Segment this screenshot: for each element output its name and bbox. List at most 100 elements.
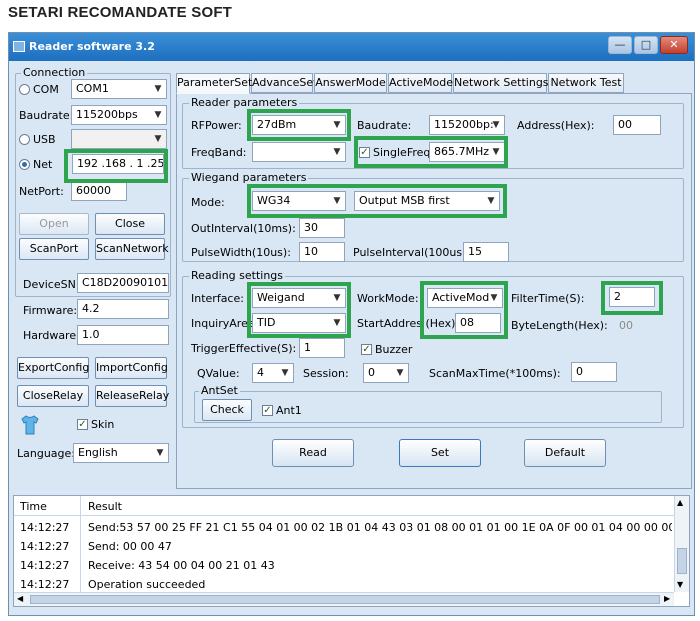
inquiryarea-value: TID bbox=[257, 316, 276, 329]
output-order-value: Output MSB first bbox=[359, 194, 450, 207]
read-button[interactable]: Read bbox=[272, 439, 354, 467]
pulseinterval-field[interactable]: 15 bbox=[463, 242, 509, 262]
filtertime-field[interactable]: 2 bbox=[609, 287, 655, 307]
ant1-label: Ant1 bbox=[276, 404, 302, 417]
com-port-value: COM1 bbox=[76, 82, 109, 95]
hardware-field: 1.0 bbox=[77, 325, 169, 345]
wiegand-mode-select[interactable]: WG34 ▼ bbox=[252, 191, 346, 211]
closerelay-button[interactable]: CloseRelay bbox=[17, 385, 89, 407]
pulsewidth-field[interactable]: 10 bbox=[299, 242, 345, 262]
session-select[interactable]: 0 ▼ bbox=[363, 363, 409, 383]
singlefreq-select[interactable]: 865.7MHz ▼ bbox=[429, 142, 505, 162]
tab-advanceset[interactable]: AdvanceSet bbox=[251, 73, 317, 93]
horizontal-scroll-thumb[interactable] bbox=[30, 595, 660, 604]
scroll-up-icon[interactable]: ▲ bbox=[677, 498, 683, 507]
chevron-down-icon: ▼ bbox=[156, 448, 164, 458]
trigger-field[interactable]: 1 bbox=[299, 338, 345, 358]
skin-checkbox[interactable]: ✓ bbox=[77, 419, 88, 430]
baudrate-label: Baudrate: bbox=[19, 109, 74, 122]
language-select[interactable]: English ▼ bbox=[73, 443, 169, 463]
address-field[interactable]: 00 bbox=[613, 115, 661, 135]
default-button[interactable]: Default bbox=[524, 439, 606, 467]
trigger-label: TriggerEffective(S): bbox=[191, 342, 297, 355]
qvalue-select[interactable]: 4 ▼ bbox=[252, 363, 294, 383]
open-button[interactable]: Open bbox=[19, 213, 89, 235]
wiegand-parameters-label: Wiegand parameters bbox=[189, 171, 309, 184]
scroll-right-icon[interactable]: ▶ bbox=[664, 594, 670, 603]
buzzer-checkbox[interactable]: ✓ bbox=[361, 344, 372, 355]
title-bar: Reader software 3.2 — □ ✕ bbox=[9, 33, 694, 61]
tab-strip: ParameterSet AdvanceSet AnswerMode Activ… bbox=[176, 73, 692, 95]
singlefreq-value: 865.7MHz bbox=[434, 145, 490, 158]
close-window-button[interactable]: ✕ bbox=[660, 36, 688, 54]
workmode-label: WorkMode: bbox=[357, 292, 419, 305]
minimize-button[interactable]: — bbox=[608, 36, 632, 54]
bytelength-value: 00 bbox=[619, 319, 633, 332]
outinterval-field[interactable]: 30 bbox=[299, 218, 345, 238]
chevron-down-icon: ▼ bbox=[492, 147, 500, 157]
tab-answermode[interactable]: AnswerMode bbox=[314, 73, 387, 93]
rfpower-label: RFPower: bbox=[191, 119, 242, 132]
log-row-time: 14:12:27 bbox=[20, 559, 70, 572]
tab-network-settings[interactable]: Network Settings bbox=[453, 73, 549, 93]
tab-activemode[interactable]: ActiveMode bbox=[388, 73, 453, 93]
close-button[interactable]: Close bbox=[95, 213, 165, 235]
singlefreq-checkbox[interactable]: ✓ bbox=[359, 147, 370, 158]
netport-field[interactable]: 60000 bbox=[71, 181, 127, 201]
log-header-result: Result bbox=[88, 500, 122, 513]
freqband-select[interactable]: ▼ bbox=[252, 142, 346, 162]
session-label: Session: bbox=[303, 367, 349, 380]
com-radio[interactable] bbox=[19, 84, 30, 95]
startaddress-field[interactable]: 08 bbox=[455, 313, 501, 333]
output-order-select[interactable]: Output MSB first ▼ bbox=[354, 191, 500, 211]
baudrate-select[interactable]: 115200bps ▼ bbox=[71, 105, 167, 125]
importconfig-button[interactable]: ImportConfig bbox=[95, 357, 168, 379]
reader-baudrate-select[interactable]: 115200bp: ▼ bbox=[429, 115, 505, 135]
vertical-scrollbar[interactable]: ▲ ▼ bbox=[674, 496, 689, 592]
check-antenna-button[interactable]: Check bbox=[202, 399, 252, 421]
singlefreq-label: SingleFreq bbox=[373, 146, 431, 159]
log-row-result: Send:53 57 00 25 FF 21 C1 55 04 01 00 02… bbox=[88, 521, 672, 534]
qvalue-label: QValue: bbox=[197, 367, 240, 380]
hardware-label: Hardware: bbox=[23, 329, 80, 342]
app-icon bbox=[13, 41, 25, 52]
ip-address-field[interactable]: 192 .168 . 1 .250 bbox=[72, 154, 164, 174]
baudrate-value: 115200bps bbox=[76, 108, 138, 121]
scroll-down-icon[interactable]: ▼ bbox=[677, 580, 683, 589]
releaserelay-button[interactable]: ReleaseRelay bbox=[95, 385, 169, 407]
reader-baudrate-value: 115200bp: bbox=[434, 118, 494, 131]
horizontal-scrollbar[interactable]: ◀ ▶ bbox=[14, 592, 674, 606]
antset-label: AntSet bbox=[199, 384, 240, 397]
inquiryarea-select[interactable]: TID ▼ bbox=[252, 313, 346, 333]
interface-value: Weigand bbox=[257, 291, 305, 304]
qvalue-value: 4 bbox=[257, 366, 264, 379]
ant1-checkbox[interactable]: ✓ bbox=[262, 405, 273, 416]
tab-parameterset[interactable]: ParameterSet bbox=[176, 73, 252, 94]
window-title: Reader software 3.2 bbox=[29, 40, 155, 53]
vertical-scroll-thumb[interactable] bbox=[677, 548, 687, 574]
workmode-value: ActiveMod bbox=[432, 291, 490, 304]
usb-device-select[interactable]: ▼ bbox=[71, 129, 167, 149]
log-header: Time Result bbox=[14, 496, 674, 516]
usb-radio[interactable] bbox=[19, 134, 30, 145]
rfpower-select[interactable]: 27dBm ▼ bbox=[252, 115, 346, 135]
scanport-button[interactable]: ScanPort bbox=[19, 238, 89, 260]
column-divider bbox=[80, 496, 81, 596]
language-label: Language: bbox=[17, 447, 75, 460]
scanmaxtime-field[interactable]: 0 bbox=[571, 362, 617, 382]
netport-label: NetPort: bbox=[19, 185, 64, 198]
exportconfig-button[interactable]: ExportConfig bbox=[17, 357, 89, 379]
maximize-button[interactable]: □ bbox=[634, 36, 658, 54]
tab-network-test[interactable]: Network Test bbox=[548, 73, 624, 93]
interface-select[interactable]: Weigand ▼ bbox=[252, 288, 346, 308]
net-radio[interactable] bbox=[19, 159, 30, 170]
com-port-select[interactable]: COM1 ▼ bbox=[71, 79, 167, 99]
set-button[interactable]: Set bbox=[399, 439, 481, 467]
chevron-down-icon: ▼ bbox=[154, 134, 162, 144]
scannetwork-button[interactable]: ScanNetwork bbox=[95, 238, 169, 260]
workmode-select[interactable]: ActiveMod ▼ bbox=[427, 288, 503, 308]
scroll-left-icon[interactable]: ◀ bbox=[17, 594, 23, 603]
skin-label: Skin bbox=[91, 418, 115, 431]
page-heading: SETARI RECOMANDATE SOFT bbox=[8, 4, 233, 21]
app-window: Reader software 3.2 — □ ✕ Connection COM… bbox=[8, 32, 695, 616]
